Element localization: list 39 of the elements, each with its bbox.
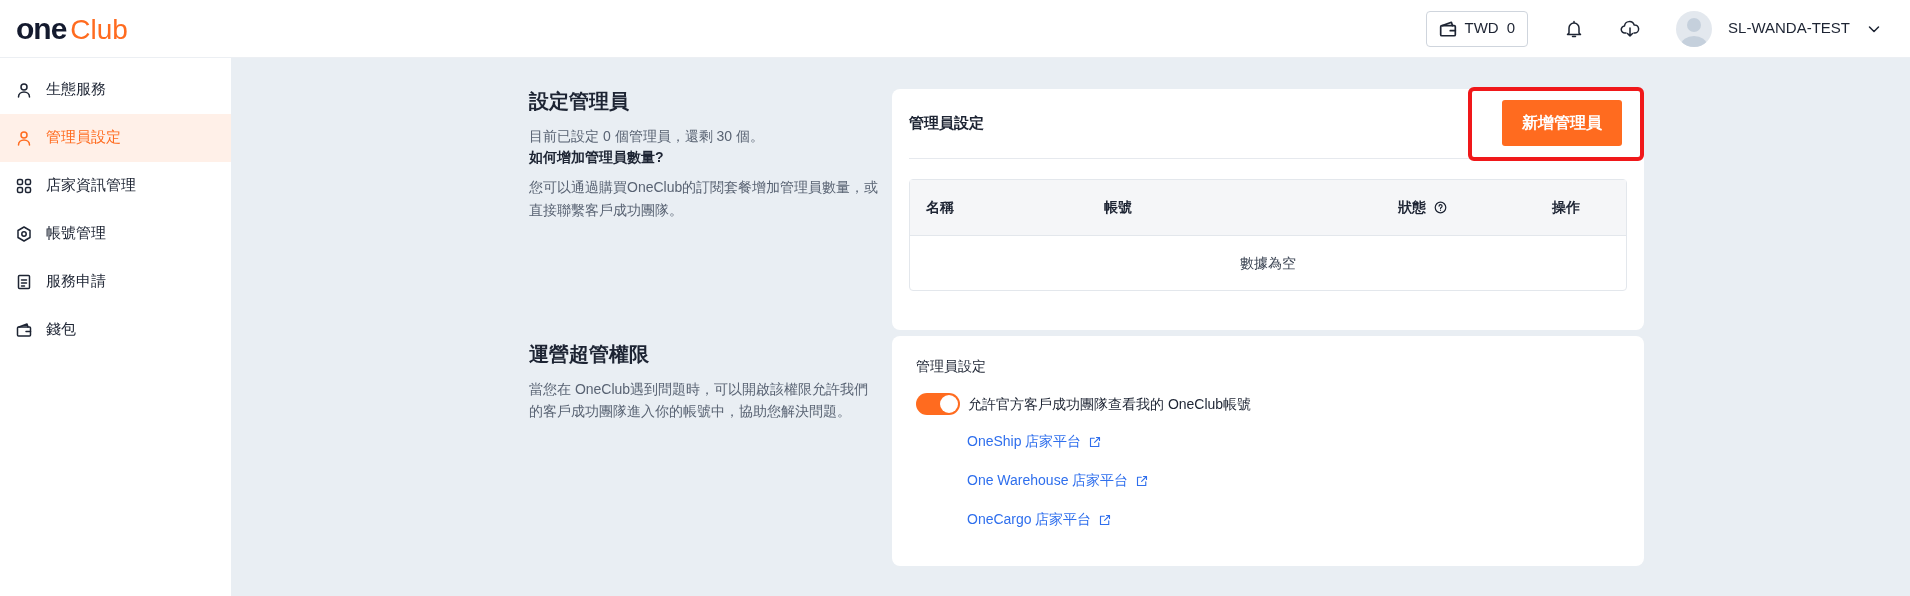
wallet-icon: [16, 322, 32, 338]
sidebar-item[interactable]: 店家資訊管理: [0, 162, 231, 210]
column-header: 狀態: [1397, 198, 1426, 217]
grid-icon: [16, 178, 32, 194]
sidebar-item[interactable]: 帳號管理: [0, 210, 231, 258]
section-title: 設定管理員: [529, 89, 630, 113]
document-icon: [16, 274, 32, 290]
platform-link[interactable]: OneShip 店家平台: [967, 431, 1082, 452]
external-link-icon[interactable]: [1099, 513, 1112, 526]
column-header: 帳號: [1103, 198, 1132, 217]
sidebar-item[interactable]: 生態服務: [0, 66, 231, 114]
help-icon: [1433, 201, 1447, 214]
summary-text: 目前已設定 0 個管理員，還剩 30 個。: [529, 127, 765, 146]
card-title: 管理員設定: [916, 357, 987, 376]
wallet-icon: [1438, 19, 1457, 38]
cloud-download-icon[interactable]: [1620, 18, 1641, 39]
question-text: 如何增加管理員數量?: [529, 148, 665, 168]
card-title: 管理員設定: [909, 113, 984, 134]
empty-state-text: 數據為空: [1240, 253, 1296, 273]
column-header: 操作: [1551, 198, 1580, 217]
user-name[interactable]: SL-WANDA-TEST: [1728, 17, 1850, 40]
person-icon: [16, 130, 32, 146]
external-link-icon[interactable]: [1089, 435, 1102, 448]
sidebar-item[interactable]: 服務申請: [0, 258, 231, 306]
toggle-label: 允許官方客戶成功團隊查看我的 OneClub帳號: [968, 394, 1252, 414]
platform-link[interactable]: One Warehouse 店家平台: [967, 470, 1129, 491]
logo-text: one: [16, 13, 67, 44]
external-link-icon[interactable]: [1136, 474, 1149, 487]
section-title: 運營超管權限: [529, 342, 650, 366]
person-icon: [16, 82, 32, 98]
settings-icon: [16, 226, 32, 242]
wallet-button[interactable]: TWD 0: [1425, 10, 1529, 47]
logo-text: Club: [70, 15, 128, 44]
sidebar-item[interactable]: 錢包: [0, 306, 231, 354]
description-text: 當您在 OneClub遇到問題時，可以開啟該權限允許我們的客戶成功團隊進入你的帳號中，協助您解決問題。: [529, 380, 870, 422]
column-header: 名稱: [926, 198, 954, 217]
answer-text: 您可以通過購買OneClub的訂閱套餐增加管理員數量，或直接聯繫客戶成功團隊。: [529, 178, 880, 220]
platform-link[interactable]: OneCargo 店家平台: [967, 509, 1092, 530]
toggle-switch[interactable]: [916, 393, 960, 415]
